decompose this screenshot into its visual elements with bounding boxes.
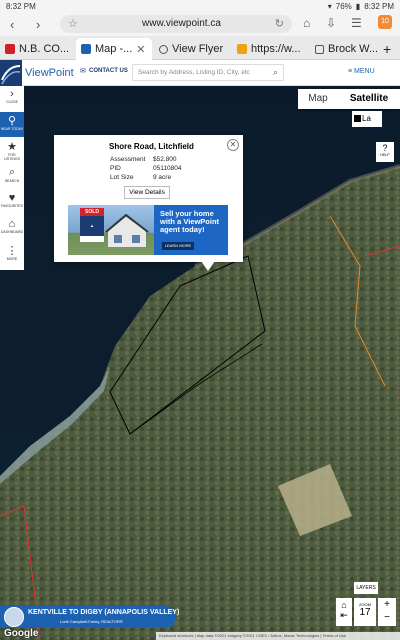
agent-banner[interactable]: KENTVILLE TO DIGBY (ANNAPOLIS VALLEY) Lo… [0, 606, 180, 628]
chevron-right-icon: › [10, 88, 14, 100]
location-pin-icon: ⚲ [7, 115, 17, 127]
extension-badge[interactable]: 10 [378, 15, 392, 29]
avatar [4, 607, 24, 627]
map-attribution[interactable]: Keyboard shortcuts | Map data ©2021 Imag… [156, 632, 400, 640]
map-type-toggle: Map Satellite [298, 89, 400, 109]
viewpoint-favicon-icon [81, 44, 91, 54]
satellite-view-button[interactable]: Satellite [338, 89, 400, 109]
viewpoint-logo-icon[interactable] [0, 60, 22, 86]
close-popup-icon[interactable]: ✕ [227, 139, 239, 151]
map-view-button[interactable]: Map [298, 89, 338, 109]
sidebar-item-search[interactable]: ⌕ SEARCH [0, 164, 24, 189]
labels-checkbox[interactable]: La [352, 111, 382, 127]
forward-icon[interactable]: › [36, 17, 40, 32]
browser-toolbar: ‹ › ☆ www.viewpoint.ca ↻ ⌂ ⇩ ☰ 10 [0, 12, 400, 36]
nb-favicon-icon [5, 44, 15, 54]
question-icon: ? [382, 143, 388, 153]
contact-us-link[interactable]: CONTACT US [89, 68, 128, 74]
status-time-left: 8:32 PM [6, 2, 36, 11]
heart-icon: ♥ [8, 192, 16, 204]
battery-icon: ▮ [355, 2, 361, 11]
sold-sign: SOLD [80, 208, 104, 216]
google-logo: Google [4, 628, 39, 639]
flyer-favicon-icon [159, 44, 168, 54]
sidebar-item-dashboard[interactable]: ⌂ DASHBOARD [0, 216, 24, 241]
search-input[interactable]: Search by Address, Listing ID, City, etc… [132, 64, 284, 81]
sidebar-item-favourites[interactable]: ♥ FAVOURITES [0, 190, 24, 215]
back-icon[interactable]: ‹ [10, 17, 14, 32]
home-control[interactable]: ⌂ ⇤ [336, 598, 352, 626]
search-placeholder: Search by Address, Listing ID, City, etc [138, 69, 250, 76]
zoom-in-icon[interactable]: + [378, 598, 396, 612]
pid-row: PID 05110804 [110, 165, 182, 172]
tab-map[interactable]: Map -... ✕ [76, 38, 152, 60]
url-text[interactable]: www.viewpoint.ca [142, 18, 221, 29]
sidebar-item-listings[interactable]: ★ FOR LISTINGS [0, 138, 24, 163]
home-icon: ⌂ [8, 218, 16, 230]
contact-icon[interactable]: ✉ [80, 67, 86, 75]
assessment-row: Assessment $52,800 [110, 156, 177, 163]
lot-size-row: Lot Size 9 acre [110, 174, 172, 181]
sidebar-item-more[interactable]: ⋮ MORE [0, 242, 24, 267]
help-button[interactable]: ? HELP [376, 142, 394, 162]
download-icon[interactable]: ⇩ [326, 16, 336, 30]
new-tab-button[interactable]: + [383, 38, 391, 60]
layers-button[interactable]: LAYERS [354, 582, 378, 594]
home-icon: ⌂ [341, 600, 347, 610]
zoom-out-icon[interactable]: − [378, 612, 396, 624]
battery-percent: 76% [335, 2, 352, 11]
site-header: ViewPoint ✉ CONTACT US Search by Address… [0, 60, 400, 86]
popup-title: Shore Road, Litchfield [109, 142, 194, 151]
sidebar-item-close[interactable]: › CLOSE [0, 86, 24, 111]
bookmark-star-icon[interactable]: ☆ [68, 17, 78, 30]
banner-subtitle: Lorie Campbell-Farley, REALTOR® [60, 619, 123, 624]
page-favicon-icon [315, 44, 324, 54]
learn-more-button[interactable]: LEARN MORE [162, 242, 194, 250]
tab-nb-co[interactable]: N.B. CO... [0, 38, 76, 60]
back-arrow-icon: ⇤ [340, 610, 348, 620]
tab-brock[interactable]: Brock W... [310, 38, 382, 60]
viewpoint-sign-icon: ▲ [80, 216, 104, 236]
tab-strip: N.B. CO... Map -... ✕ View Flyer https:/… [0, 36, 400, 60]
zoom-level: 17 [359, 607, 371, 618]
wifi-icon: ▾ [327, 2, 332, 11]
zoom-readout: ZOOM 17 [354, 598, 376, 626]
zoom-controls: + − [378, 598, 396, 626]
sell-home-ad[interactable]: SOLD ▲ Sell your home with a ViewPoint a… [68, 205, 228, 255]
status-time-right: 8:32 PM [364, 2, 394, 11]
property-popup: ✕ Shore Road, Litchfield Assessment $52,8… [54, 135, 243, 262]
more-icon: ⋮ [6, 245, 18, 257]
view-details-button[interactable]: View Details [124, 186, 170, 199]
home-icon[interactable]: ⌂ [303, 16, 310, 30]
checkbox-checked-icon [354, 115, 361, 123]
reload-icon[interactable]: ↻ [275, 17, 284, 30]
site-logo-text[interactable]: ViewPoint [25, 67, 74, 79]
menu-button[interactable]: ≡ MENU [348, 68, 375, 75]
ad-headline: Sell your home with a ViewPoint agent to… [160, 209, 220, 234]
star-icon: ★ [7, 141, 17, 153]
close-tab-icon[interactable]: ✕ [136, 43, 145, 56]
status-bar: 8:32 PM ▾ 76% ▮ 8:32 PM [0, 0, 400, 12]
grid-favicon-icon [237, 44, 247, 54]
tab-view-flyer[interactable]: View Flyer [154, 38, 230, 60]
tab-https[interactable]: https://w... [232, 38, 308, 60]
search-icon[interactable]: ⌕ [273, 67, 278, 78]
sign-panel [80, 236, 104, 242]
bookmarks-icon[interactable]: ☰ [351, 16, 362, 30]
sidebar-item-near-today[interactable]: ⚲ NEAR TODAY [0, 112, 24, 137]
popup-pointer [201, 261, 215, 271]
address-bar[interactable]: ☆ www.viewpoint.ca ↻ [60, 15, 292, 33]
banner-title: KENTVILLE TO DIGBY (ANNAPOLIS VALLEY) [28, 609, 180, 616]
search-icon: ⌕ [8, 166, 16, 178]
map-sidebar: › CLOSE ⚲ NEAR TODAY ★ FOR LISTINGS ⌕ SE… [0, 86, 24, 270]
